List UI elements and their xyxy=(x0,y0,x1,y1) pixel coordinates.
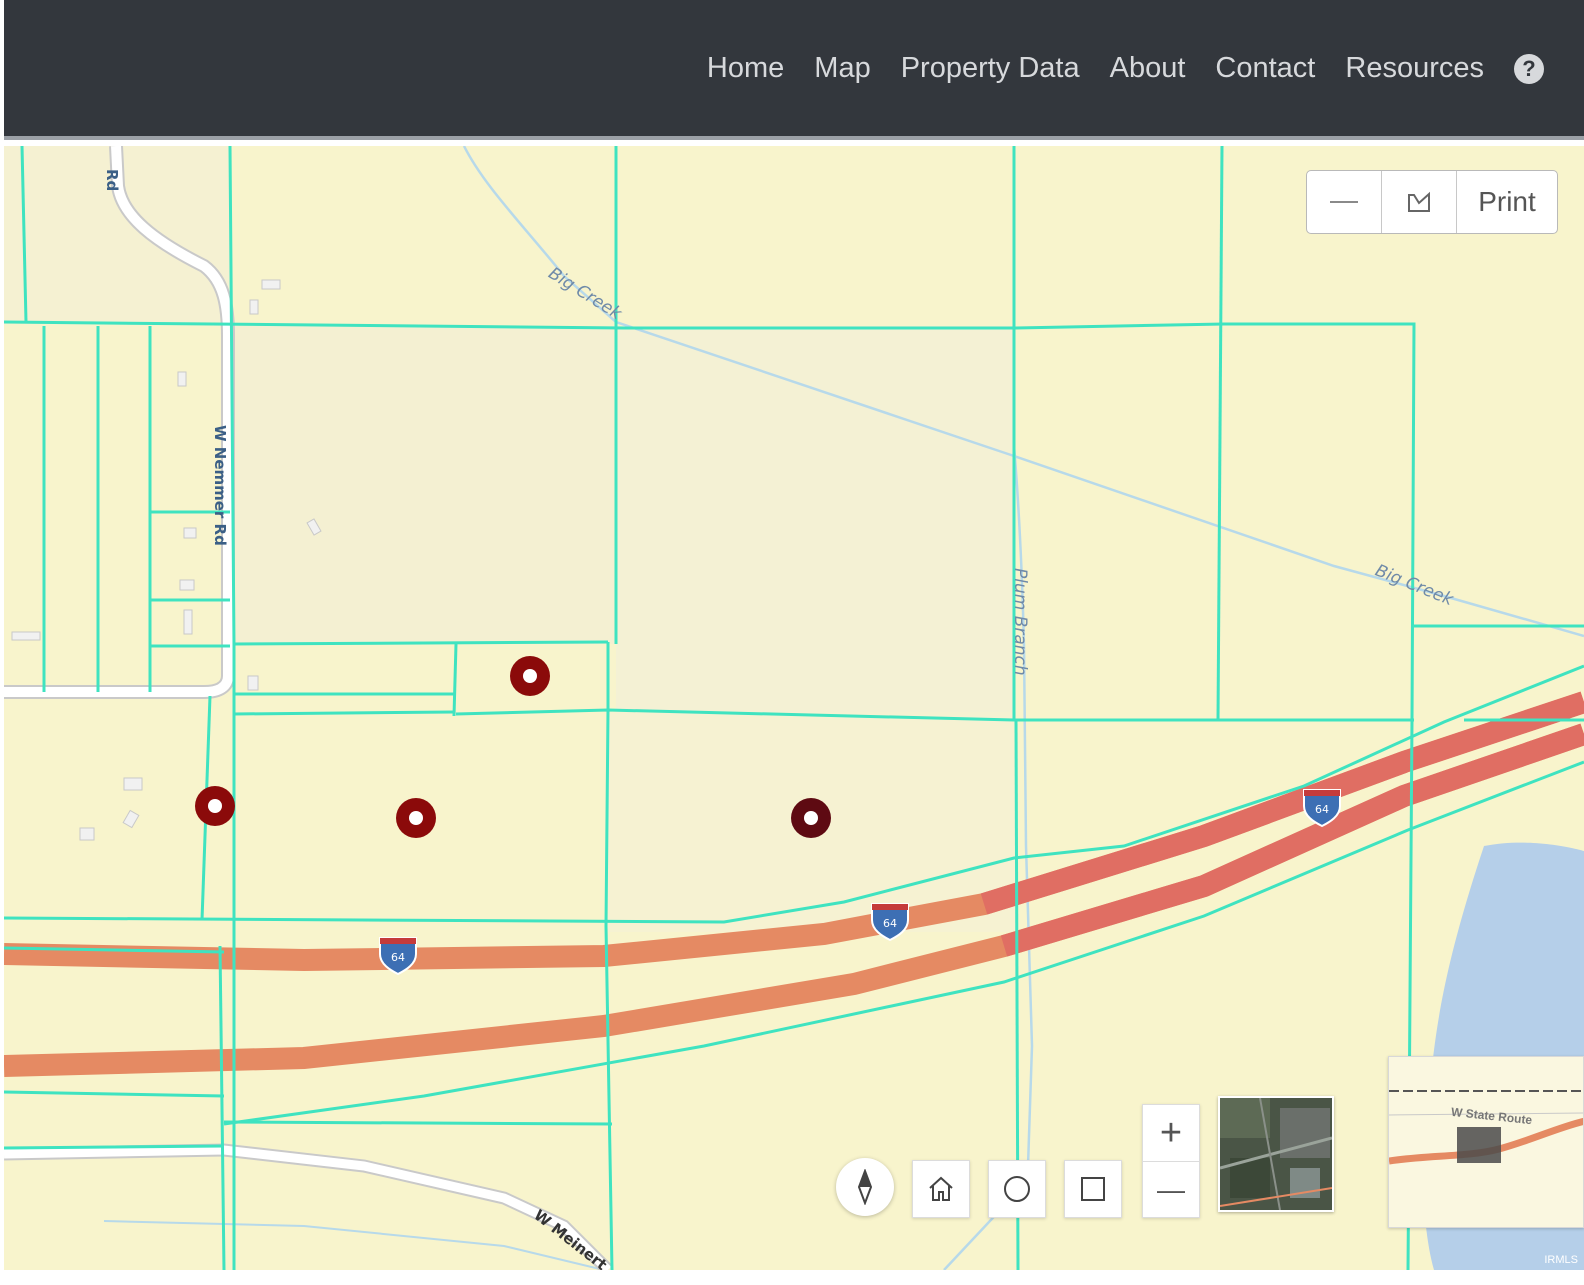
nav-contact[interactable]: Contact xyxy=(1215,52,1315,85)
parcel-shade xyxy=(234,326,616,644)
meinert-rd-casing xyxy=(4,1143,613,1270)
zoom-control: + — xyxy=(1142,1104,1200,1218)
print-button[interactable]: Print xyxy=(1457,171,1557,233)
shield-number: 64 xyxy=(1315,803,1329,816)
home-icon xyxy=(929,1176,953,1201)
overview-map-graphic xyxy=(1389,1057,1583,1227)
creek-line-south xyxy=(103,1220,605,1270)
circle-select-icon xyxy=(1004,1176,1030,1202)
property-marker[interactable] xyxy=(510,656,550,696)
top-navbar: Home Map Property Data About Contact Res… xyxy=(4,0,1584,140)
select-shape-icon xyxy=(1408,191,1430,212)
map-base-layer: 64 64 64 xyxy=(4,146,1584,1270)
property-marker[interactable] xyxy=(396,798,436,838)
circle-select-button[interactable] xyxy=(988,1160,1046,1218)
overview-map[interactable]: W State Route xyxy=(1388,1056,1584,1228)
property-marker-selected[interactable] xyxy=(791,798,831,838)
shield-number: 64 xyxy=(391,951,405,964)
compass-icon xyxy=(857,1169,873,1205)
map-toolbar: Print xyxy=(1306,170,1558,234)
map-canvas[interactable]: 64 64 64 Rd W Nemmer Rd Big Creek Big Cr… xyxy=(4,146,1584,1270)
property-marker[interactable] xyxy=(195,786,235,826)
map-attribution: IRMLS xyxy=(1544,1254,1578,1266)
map-label-rd: Rd xyxy=(103,169,121,192)
basemap-toggle[interactable] xyxy=(1218,1096,1334,1212)
parcel-shade xyxy=(616,326,1014,718)
help-icon[interactable]: ? xyxy=(1514,53,1544,84)
satellite-thumbnail xyxy=(1220,1098,1332,1210)
map-label-nemmer-rd: W Nemmer Rd xyxy=(211,425,229,546)
nav-about[interactable]: About xyxy=(1110,52,1186,85)
shield-number: 64 xyxy=(883,917,897,930)
nav-map[interactable]: Map xyxy=(814,52,870,85)
collapse-button[interactable] xyxy=(1307,171,1382,233)
select-tool-button[interactable] xyxy=(1382,171,1457,233)
zoom-in-button[interactable]: + xyxy=(1143,1105,1199,1162)
nav-property-data[interactable]: Property Data xyxy=(901,52,1080,85)
zoom-out-button[interactable]: — xyxy=(1143,1162,1199,1218)
square-select-button[interactable] xyxy=(1064,1160,1122,1218)
map-label-plum-branch: Plum Branch xyxy=(1010,568,1030,676)
minus-icon xyxy=(1330,201,1358,203)
square-select-icon xyxy=(1081,1177,1105,1201)
home-button[interactable] xyxy=(912,1160,970,1218)
nav-home[interactable]: Home xyxy=(707,52,784,85)
nav-resources[interactable]: Resources xyxy=(1345,52,1484,85)
nav-links: Home Map Property Data About Contact Res… xyxy=(707,52,1544,85)
compass-button[interactable] xyxy=(836,1158,894,1216)
